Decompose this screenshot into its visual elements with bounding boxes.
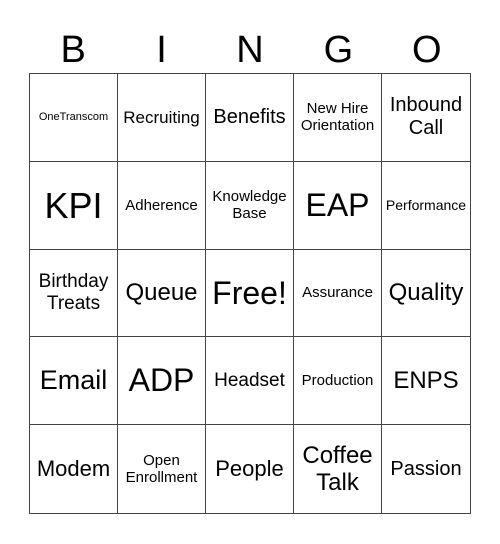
bingo-cell[interactable]: EAP: [294, 161, 382, 250]
bingo-cell[interactable]: Headset: [206, 337, 294, 426]
bingo-cell[interactable]: Production: [294, 337, 382, 426]
bingo-cell[interactable]: Modem: [30, 425, 118, 513]
bingo-cell[interactable]: ENPS: [382, 337, 470, 426]
bingo-cell[interactable]: Queue: [118, 249, 206, 338]
bingo-cell[interactable]: Inbound Call: [382, 74, 470, 162]
header-letter-g: G: [323, 29, 354, 71]
bingo-grid: OneTranscom Recruiting Benefits New Hire…: [29, 73, 471, 514]
bingo-cell[interactable]: New Hire Orientation: [294, 74, 382, 162]
bingo-cell[interactable]: OneTranscom: [30, 74, 118, 162]
bingo-cell[interactable]: Email: [30, 337, 118, 426]
bingo-header: B I N G O: [29, 28, 471, 72]
bingo-cell[interactable]: Adherence: [118, 161, 206, 250]
header-letter-b: B: [60, 29, 86, 71]
bingo-cell[interactable]: Performance: [382, 162, 470, 250]
header-letter-o: O: [411, 29, 442, 71]
bingo-cell[interactable]: People: [206, 425, 294, 513]
bingo-cell[interactable]: Coffee Talk: [294, 425, 382, 513]
bingo-cell[interactable]: Passion: [382, 425, 470, 513]
bingo-cell[interactable]: Benefits: [206, 74, 294, 162]
header-letter-n: N: [236, 29, 264, 71]
bingo-cell[interactable]: Recruiting: [118, 74, 206, 162]
bingo-cell[interactable]: Quality: [382, 250, 470, 338]
bingo-cell[interactable]: Open Enrollment: [118, 425, 206, 513]
bingo-cell[interactable]: Birthday Treats: [30, 249, 118, 338]
free-space-cell[interactable]: Free!: [206, 249, 294, 338]
bingo-cell[interactable]: Assurance: [294, 249, 382, 338]
header-letter-i: I: [156, 29, 167, 71]
bingo-cell[interactable]: KPI: [30, 161, 118, 250]
bingo-cell[interactable]: Knowledge Base: [206, 161, 294, 250]
bingo-cell[interactable]: ADP: [118, 337, 206, 426]
